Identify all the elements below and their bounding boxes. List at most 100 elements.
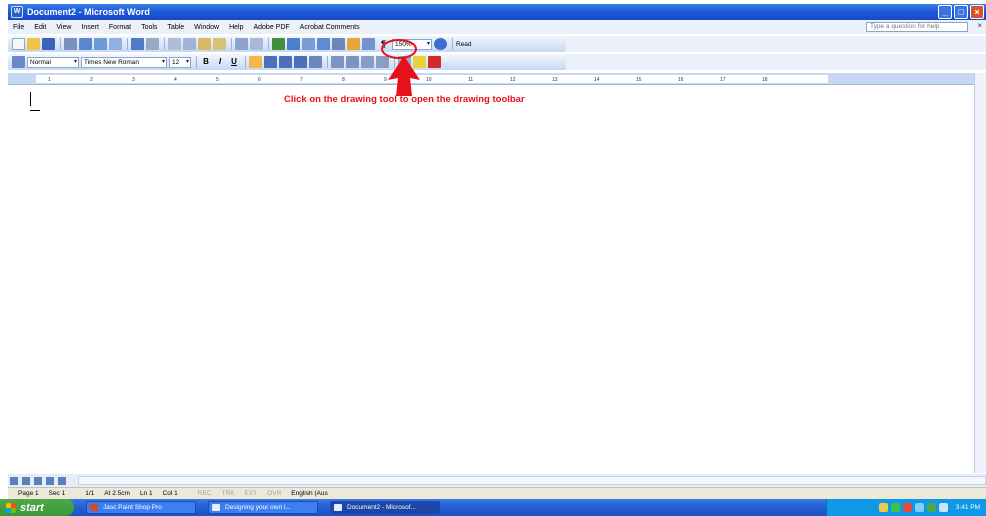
decrease-indent-icon[interactable]: [361, 56, 374, 68]
style-select[interactable]: Normal ▾: [27, 56, 79, 68]
taskbar: start Jasc Paint Shop Pro Designing your…: [0, 499, 986, 516]
email-icon[interactable]: [79, 38, 92, 50]
ruler-tick-12: 12: [510, 77, 516, 83]
formatting-toolbar: Normal ▾ Times New Roman ▾ 12 ▾ B I U: [8, 54, 566, 70]
bullets-icon[interactable]: [346, 56, 359, 68]
cut-icon[interactable]: [168, 38, 181, 50]
task-paint-shop-pro[interactable]: Jasc Paint Shop Pro: [86, 501, 196, 514]
new-document-icon[interactable]: [12, 38, 25, 50]
reading-layout-icon[interactable]: [58, 476, 66, 485]
status-language[interactable]: English (Aus: [291, 490, 328, 497]
insert-table-icon[interactable]: [302, 38, 315, 50]
normal-view-icon[interactable]: [10, 476, 18, 485]
menu-file[interactable]: File: [8, 24, 29, 31]
title-bar[interactable]: W Document2 - Microsoft Word _ □ ×: [8, 4, 986, 20]
print-layout-icon[interactable]: [34, 476, 42, 485]
menu-table[interactable]: Table: [162, 24, 189, 31]
ruler-tick-10: 10: [426, 77, 432, 83]
tray-icon[interactable]: [878, 503, 888, 512]
status-trk[interactable]: TRK: [222, 490, 235, 497]
styles-icon[interactable]: [12, 56, 25, 68]
start-label: start: [20, 501, 44, 514]
menu-window[interactable]: Window: [189, 24, 224, 31]
print-icon[interactable]: [94, 38, 107, 50]
web-layout-icon[interactable]: [22, 476, 30, 485]
underline-button[interactable]: U: [228, 56, 240, 68]
tray-icon[interactable]: [902, 503, 912, 512]
ruler-tick-17: 17: [720, 77, 726, 83]
tray-icon[interactable]: [914, 503, 924, 512]
insert-excel-icon[interactable]: [317, 38, 330, 50]
font-value: Times New Roman: [84, 58, 140, 66]
drawing-icon[interactable]: [347, 38, 360, 50]
save-icon[interactable]: [42, 38, 55, 50]
copy-icon[interactable]: [183, 38, 196, 50]
format-painter-icon[interactable]: [213, 38, 226, 50]
menu-adobe-pdf[interactable]: Adobe PDF: [248, 24, 294, 31]
ruler-tick-13: 13: [552, 77, 558, 83]
align-left-icon[interactable]: [249, 56, 262, 68]
task-document2[interactable]: Document2 - Microsof...: [330, 501, 440, 514]
toolbar-separator: [231, 38, 232, 50]
italic-button[interactable]: I: [214, 56, 226, 68]
justify-icon[interactable]: [294, 56, 307, 68]
help-icon[interactable]: [434, 38, 447, 50]
menu-edit[interactable]: Edit: [29, 24, 51, 31]
research-icon[interactable]: [146, 38, 159, 50]
menu-view[interactable]: View: [51, 24, 76, 31]
horizontal-scrollbar[interactable]: [78, 476, 986, 485]
ruler-tick-7: 7: [300, 77, 303, 83]
hyperlink-icon[interactable]: [272, 38, 285, 50]
align-center-icon[interactable]: [264, 56, 277, 68]
font-size-select[interactable]: 12 ▾: [169, 56, 191, 68]
document-page[interactable]: [8, 86, 974, 474]
ruler-tick-16: 16: [678, 77, 684, 83]
ruler-tick-4: 4: [174, 77, 177, 83]
spelling-icon[interactable]: [131, 38, 144, 50]
document-map-icon[interactable]: [362, 38, 375, 50]
undo-icon[interactable]: [235, 38, 248, 50]
maximize-button[interactable]: □: [954, 5, 968, 19]
menu-help[interactable]: Help: [224, 24, 248, 31]
redo-icon[interactable]: [250, 38, 263, 50]
menu-insert[interactable]: Insert: [76, 24, 104, 31]
menu-format[interactable]: Format: [104, 24, 136, 31]
line-spacing-icon[interactable]: [309, 56, 322, 68]
columns-icon[interactable]: [332, 38, 345, 50]
status-at: At 2.5cm: [104, 490, 130, 497]
bold-button[interactable]: B: [200, 56, 212, 68]
task-label: Designing your own i...: [225, 504, 291, 511]
print-preview-icon[interactable]: [109, 38, 122, 50]
status-rec[interactable]: REC: [198, 490, 212, 497]
read-button[interactable]: Read: [456, 41, 472, 48]
numbering-icon[interactable]: [331, 56, 344, 68]
outline-view-icon[interactable]: [46, 476, 54, 485]
menu-acrobat-comments[interactable]: Acrobat Comments: [295, 24, 365, 31]
status-ext[interactable]: EXT: [245, 490, 258, 497]
font-color-icon[interactable]: [428, 56, 441, 68]
tables-borders-icon[interactable]: [287, 38, 300, 50]
start-button[interactable]: start: [0, 499, 74, 516]
horizontal-ruler[interactable]: 1 2 3 4 5 6 7 8 9 10 11 12 13 14 15 16 1…: [8, 73, 986, 85]
tray-icon[interactable]: [926, 503, 936, 512]
menu-tools[interactable]: Tools: [136, 24, 162, 31]
align-right-icon[interactable]: [279, 56, 292, 68]
volume-icon[interactable]: [938, 503, 948, 512]
help-search-input[interactable]: Type a question for help: [866, 22, 968, 32]
close-button[interactable]: ×: [970, 5, 984, 19]
word-document-icon: [212, 504, 220, 511]
task-designing[interactable]: Designing your own i...: [208, 501, 318, 514]
open-folder-icon[interactable]: [27, 38, 40, 50]
tray-icon[interactable]: [890, 503, 900, 512]
minimize-button[interactable]: _: [938, 5, 952, 19]
word-app-icon[interactable]: W: [11, 6, 23, 18]
font-select[interactable]: Times New Roman ▾: [81, 56, 167, 68]
paste-icon[interactable]: [198, 38, 211, 50]
toolbar-separator: [268, 38, 269, 50]
ruler-tick-8: 8: [342, 77, 345, 83]
vertical-scrollbar[interactable]: [974, 73, 986, 473]
permission-icon[interactable]: [64, 38, 77, 50]
status-ovr[interactable]: OVR: [267, 490, 281, 497]
status-line: Ln 1: [139, 490, 153, 497]
close-document-icon[interactable]: ×: [977, 21, 982, 30]
